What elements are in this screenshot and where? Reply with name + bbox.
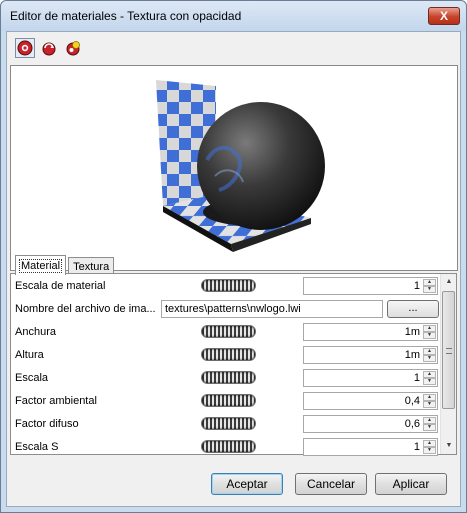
row-ambient: Factor ambiental 0,4 ▲ ▼ <box>15 391 438 411</box>
spin-up-icon[interactable]: ▲ <box>423 279 436 286</box>
sphere-render-icon <box>17 40 33 56</box>
sphere-render-button[interactable] <box>15 38 35 58</box>
tab-strip: Material Textura <box>15 255 116 275</box>
scroll-up-icon[interactable]: ▲ <box>441 274 457 290</box>
diffuse-dial[interactable] <box>201 417 256 430</box>
row-diffuse: Factor difuso 0,6 ▲ ▼ <box>15 414 438 434</box>
refresh-render-button[interactable] <box>39 38 59 58</box>
scale-value[interactable]: 1 <box>414 372 420 384</box>
light-render-button[interactable] <box>63 38 83 58</box>
spin-up-icon[interactable]: ▲ <box>423 371 436 378</box>
row-image-file: Nombre del archivo de ima... textures\pa… <box>15 299 439 319</box>
tab-textura-label: Textura <box>73 260 110 273</box>
spin-up-icon[interactable]: ▲ <box>423 394 436 401</box>
preview-sphere-scene <box>156 80 325 252</box>
material-scale-spinner[interactable]: 1 ▲ ▼ <box>303 277 438 295</box>
material-scale-value[interactable]: 1 <box>414 280 420 292</box>
row-scale-s: Escala S 1 ▲ ▼ <box>15 437 438 457</box>
light-render-icon <box>66 41 80 56</box>
spin-down-icon[interactable]: ▼ <box>423 286 436 293</box>
spin-down-icon[interactable]: ▼ <box>423 355 436 362</box>
scale-dial[interactable] <box>201 371 256 384</box>
width-spinner[interactable]: 1m ▲ ▼ <box>303 323 438 341</box>
diffuse-value[interactable]: 0,6 <box>405 418 420 430</box>
row-scale: Escala 1 ▲ ▼ <box>15 368 438 388</box>
image-file-input[interactable]: textures\patterns\nwlogo.lwi <box>161 300 383 318</box>
browse-button[interactable]: ... <box>387 300 439 318</box>
client-area: Material Textura Escala de material 1 ▲ ▼… <box>6 31 461 507</box>
apply-button[interactable]: Aplicar <box>375 473 447 495</box>
preview-sphere <box>197 102 325 230</box>
row-height: Altura 1m ▲ ▼ <box>15 345 438 365</box>
tab-material[interactable]: Material <box>15 255 67 275</box>
spin-up-icon[interactable]: ▲ <box>423 325 436 332</box>
scale-s-spinner[interactable]: 1 ▲ ▼ <box>303 438 438 456</box>
height-dial[interactable] <box>201 348 256 361</box>
spin-down-icon[interactable]: ▼ <box>423 401 436 408</box>
spin-up-icon[interactable]: ▲ <box>423 417 436 424</box>
row-material-scale: Escala de material 1 ▲ ▼ <box>15 276 438 296</box>
scroll-down-icon[interactable]: ▼ <box>441 438 457 454</box>
properties-panel: Escala de material 1 ▲ ▼ Nombre del archi… <box>10 273 457 457</box>
material-preview <box>10 65 458 271</box>
width-dial[interactable] <box>201 325 256 338</box>
close-button[interactable]: X <box>428 7 460 25</box>
properties-scrollbar[interactable]: ▲ ▼ <box>440 274 456 454</box>
scale-label: Escala <box>15 372 49 384</box>
scrollbar-thumb[interactable] <box>442 291 455 409</box>
tab-material-label: Material <box>18 258 63 273</box>
spin-down-icon[interactable]: ▼ <box>423 447 436 454</box>
scale-s-dial[interactable] <box>201 440 256 453</box>
spin-down-icon[interactable]: ▼ <box>423 332 436 339</box>
scale-spinner[interactable]: 1 ▲ ▼ <box>303 369 438 387</box>
width-value[interactable]: 1m <box>405 326 420 338</box>
ambient-label: Factor ambiental <box>15 395 97 407</box>
height-label: Altura <box>15 349 44 361</box>
close-icon: X <box>439 9 448 23</box>
spin-down-icon[interactable]: ▼ <box>423 378 436 385</box>
ambient-spinner[interactable]: 0,4 ▲ ▼ <box>303 392 438 410</box>
material-editor-window: Editor de materiales - Textura con opaci… <box>0 0 467 513</box>
spin-down-icon[interactable]: ▼ <box>423 424 436 431</box>
window-title: Editor de materiales - Textura con opaci… <box>10 9 242 23</box>
width-label: Anchura <box>15 326 56 338</box>
title-bar[interactable]: Editor de materiales - Textura con opaci… <box>1 1 466 31</box>
ambient-dial[interactable] <box>201 394 256 407</box>
material-scale-dial[interactable] <box>201 279 256 292</box>
spin-up-icon[interactable]: ▲ <box>423 348 436 355</box>
height-value[interactable]: 1m <box>405 349 420 361</box>
image-file-label: Nombre del archivo de ima... <box>15 303 156 315</box>
diffuse-label: Factor difuso <box>15 418 79 430</box>
accept-button[interactable]: Aceptar <box>211 473 283 495</box>
material-scale-label: Escala de material <box>15 280 106 292</box>
scale-s-value[interactable]: 1 <box>414 441 420 453</box>
ambient-value[interactable]: 0,4 <box>405 395 420 407</box>
scale-s-label: Escala S <box>15 441 59 453</box>
diffuse-spinner[interactable]: 0,6 ▲ ▼ <box>303 415 438 433</box>
cancel-button[interactable]: Cancelar <box>295 473 367 495</box>
height-spinner[interactable]: 1m ▲ ▼ <box>303 346 438 364</box>
spin-up-icon[interactable]: ▲ <box>423 440 436 447</box>
refresh-render-icon <box>42 42 56 56</box>
toolbar <box>15 38 83 58</box>
row-width: Anchura 1m ▲ ▼ <box>15 322 438 342</box>
